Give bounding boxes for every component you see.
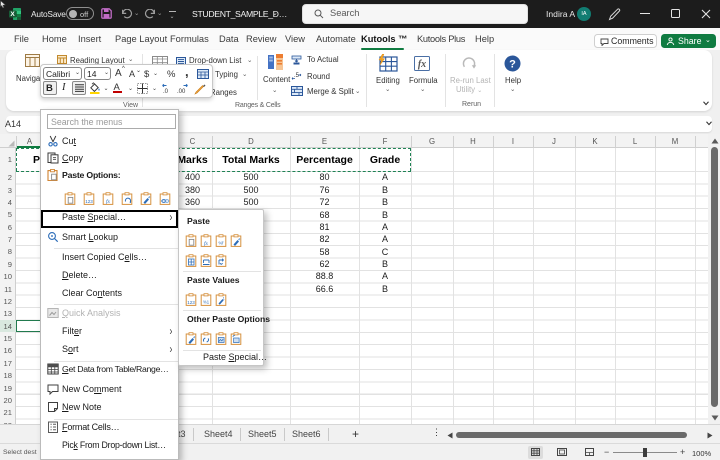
svg-text:fx: fx [106,198,111,205]
svg-text:?: ? [509,59,516,71]
svg-text:fx: fx [418,59,426,70]
svg-text:123: 123 [187,300,195,305]
svg-text:.5: .5 [294,73,300,79]
svg-text:fx: fx [204,240,209,247]
svg-text:X: X [10,11,15,18]
svg-text:1: 1 [223,296,225,300]
svg-text:%f: %f [219,241,225,246]
svg-text:%1: %1 [203,299,210,304]
svg-text:.00: .00 [177,89,186,94]
svg-text:.0: .0 [163,89,169,94]
svg-text:123: 123 [85,199,93,204]
